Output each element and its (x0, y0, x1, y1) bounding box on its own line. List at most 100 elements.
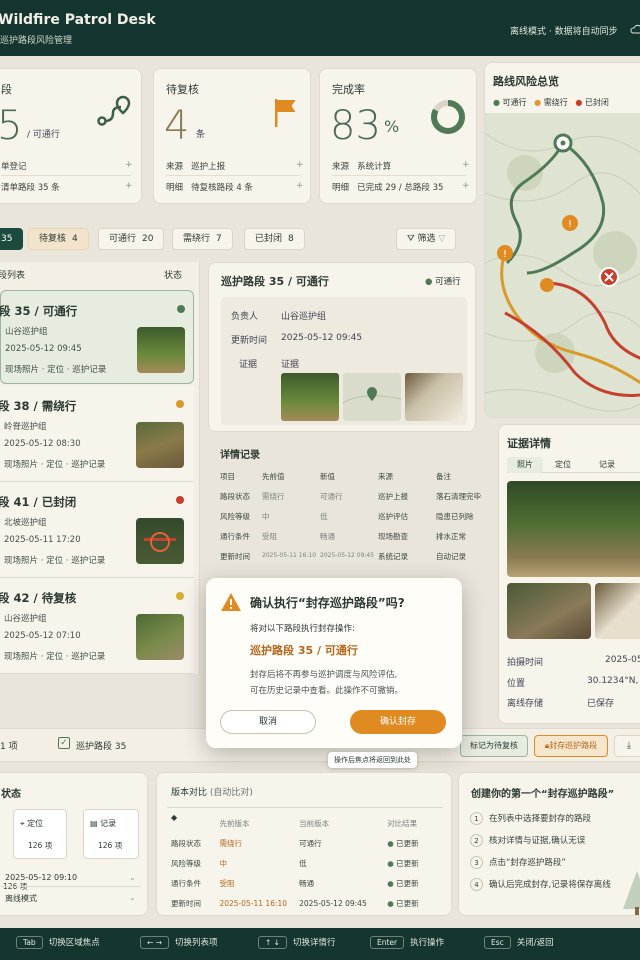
rockfall-photo-thumbnail (136, 422, 184, 468)
list-item-38[interactable]: 段 38 / 需绕行 岭脊巡护组 2025-05-12 08:30 现场照片 ·… (0, 386, 194, 482)
map-legend: ● 可通行 ● 需绕行 ● 已封闭 (493, 98, 609, 107)
list-item-35[interactable]: 段 35 / 可通行 山谷巡护组 2025-05-12 09:45 现场照片 ·… (0, 290, 194, 384)
segment-list: 段列表 状态 段 35 / 可通行 山谷巡护组 2025-05-12 09:45… (0, 262, 200, 674)
legend-open: 可通行 (502, 98, 527, 107)
table-row[interactable]: 风险等级 中 低 巡护评估 隐患已列除 (220, 506, 496, 526)
cancel-button[interactable]: 取消 (220, 710, 316, 734)
guide-step: 4 确认后完成封存,记录将保存离线 (470, 878, 611, 891)
status-mode[interactable]: 离线模式 (5, 893, 37, 904)
capture-time-key: 拍摄时间 (507, 658, 544, 668)
step-text: 点击“封存巡护路段” (489, 858, 566, 868)
archive-label: 封存巡护路段 (549, 741, 598, 750)
table-row: 风险等级 中 低 ● 已更新 (171, 853, 451, 873)
list-item-title: 段 35 / 可通行 (0, 304, 78, 318)
version-title: 版本对比 (171, 788, 208, 798)
evidence-notebook-photo[interactable] (405, 373, 463, 421)
evidence-photo-rocks[interactable] (507, 583, 591, 639)
status-dot (176, 496, 184, 504)
filter-button[interactable]: ⛛ 筛选 ▽ (396, 228, 457, 250)
stat-open-suffix: / 可通行 (27, 130, 60, 140)
filter-open[interactable]: 可通行 20 (98, 228, 165, 250)
table-row[interactable]: 更新时间 2025-05-11 16:10 2025-05-12 09:45 系统记录… (220, 546, 496, 566)
version-header-cell (171, 813, 219, 833)
records-cell: 中 (262, 511, 270, 521)
status-record-tile[interactable]: ▤ 记录 126 项 (83, 809, 139, 859)
shortcut-key: Enter (370, 936, 405, 949)
dialog-desc-1: 封存后将不再参与巡护调度与风险评估, (250, 670, 398, 680)
records-cell: 更新时间 (220, 551, 250, 561)
svg-text:!: ! (503, 249, 507, 260)
app-subtitle: 巡护路段风险管理 (0, 36, 73, 46)
evidence-panel: 证据详情 照片 定位 记录 拍摄时间 2025-05 位置 30.1234°N,… (498, 424, 640, 724)
records-header-cell: 新值 (320, 471, 335, 481)
plus-icon: + (125, 181, 133, 191)
version-cell: 更新时间 (171, 898, 201, 908)
table-row[interactable]: 通行条件 受阻 畅通 现场勘查 排水正常 (220, 526, 496, 546)
capture-time-value: 2025-05 (605, 655, 640, 665)
tree-icon (623, 871, 640, 915)
records-title: 详情记录 (220, 450, 260, 461)
dialog-target: 巡护路段 35 / 可通行 (250, 644, 358, 657)
app-title: Wildfire Patrol Desk (0, 12, 156, 28)
confirm-archive-button[interactable]: 确认封存 (350, 710, 446, 734)
location-pin-icon: ⌖ (20, 819, 25, 828)
records-cell: 排水正常 (436, 531, 466, 541)
tab-photos[interactable]: 照片 (507, 457, 543, 473)
step-number: 2 (470, 834, 483, 847)
filter-detour[interactable]: 需绕行 7 (172, 228, 233, 250)
main-evidence-photo[interactable] (507, 481, 640, 577)
route-map[interactable]: ! ! (485, 113, 640, 418)
records-cell: 2025-05-11 16:10 (262, 552, 317, 559)
segment-detail-card: 巡护路段 35 / 可通行 ● 可通行 负责人 山谷巡护组 更新时间 2025-… (208, 262, 476, 432)
version-cell: 畅通 (299, 878, 315, 888)
table-row: 通行条件 受阻 畅通 ● 已更新 (171, 873, 451, 893)
stat-completion-row2-value: 已完成 29 / 总路段 35 (357, 183, 444, 193)
records-cell: 2025-05-12 09:45 (320, 552, 375, 559)
mark-pending-button[interactable]: 标记为待复核 (460, 735, 528, 757)
stat-card-pending: 待复核 4 条 来源 巡护上报 + 明细 待复核路段 4 条 + (153, 68, 311, 204)
status-title: 状态 (1, 789, 21, 800)
records-cell: 低 (320, 511, 328, 521)
selected-checkbox[interactable]: ✓ (58, 737, 70, 749)
shortcut-label: 切换区域焦点 (48, 938, 100, 948)
archive-segment-button[interactable]: 🔒︎封存巡护路段 (534, 735, 608, 757)
filter-all[interactable]: 35 (0, 228, 24, 250)
version-cell: 风险等级 (171, 858, 201, 868)
filter-pending-count: 4 (72, 234, 78, 244)
tab-records[interactable]: 记录 (599, 459, 615, 470)
list-item-42[interactable]: 段 42 / 待复核 山谷巡护组 2025-05-12 07:10 现场照片 ·… (0, 578, 194, 674)
table-row: 路段状态 需绕行 可通行 ● 已更新 (171, 833, 451, 853)
dialog-title: 确认执行“封存巡护路段”吗? (250, 596, 405, 610)
export-button[interactable]: ⤓ (614, 735, 640, 757)
dialog-desc-2: 可在历史记录中查看。此操作不可撤销。 (250, 686, 404, 696)
list-item-41[interactable]: 段 41 / 已封闭 北坡巡护组 2025-05-11 17:20 现场照片 ·… (0, 482, 194, 578)
records-cell: 可通行 (320, 491, 343, 501)
table-row[interactable]: 路段状态 需绕行 可通行 巡护上报 落石清理完毕 (220, 486, 496, 506)
stat-completion-value: 83 (330, 103, 381, 149)
evidence-photo-trail[interactable] (281, 373, 339, 421)
guide-step: 3 点击“封存巡护路段” (470, 856, 566, 869)
version-cell: 路段状态 (171, 838, 201, 848)
list-status-col: 状态 (164, 271, 183, 281)
records-cell: 落石清理完毕 (436, 491, 481, 501)
list-item-time: 2025-05-12 09:45 (5, 344, 82, 354)
version-header-cell: 对比结果 (387, 818, 418, 828)
step-number: 1 (470, 812, 483, 825)
filter-pending[interactable]: 待复核 4 (28, 228, 89, 250)
shortcut-hint: ↑ ↓ 切换详情行 (258, 936, 335, 949)
version-cell: 通行条件 (171, 878, 201, 888)
status-dot (176, 400, 184, 408)
evidence-map-thumbnail[interactable] (342, 373, 402, 421)
records-cell: 系统记录 (378, 551, 408, 561)
flag-icon (275, 99, 296, 127)
filter-closed[interactable]: 已封闭 8 (244, 228, 305, 250)
chevron-down-icon: ⌄ (129, 893, 136, 902)
selected-name: 巡护路段 35 (76, 742, 127, 752)
status-location-tile[interactable]: ⌖ 定位 126 项 (13, 809, 67, 859)
step-text: 核对详情与证据,确认无误 (489, 836, 586, 846)
tab-location[interactable]: 定位 (555, 459, 571, 470)
version-header-cell: 当前版本 (299, 818, 330, 828)
evidence-photo-notes[interactable] (595, 583, 640, 639)
shortcut-key: Tab (16, 936, 43, 949)
filter-detour-count: 7 (216, 234, 222, 244)
